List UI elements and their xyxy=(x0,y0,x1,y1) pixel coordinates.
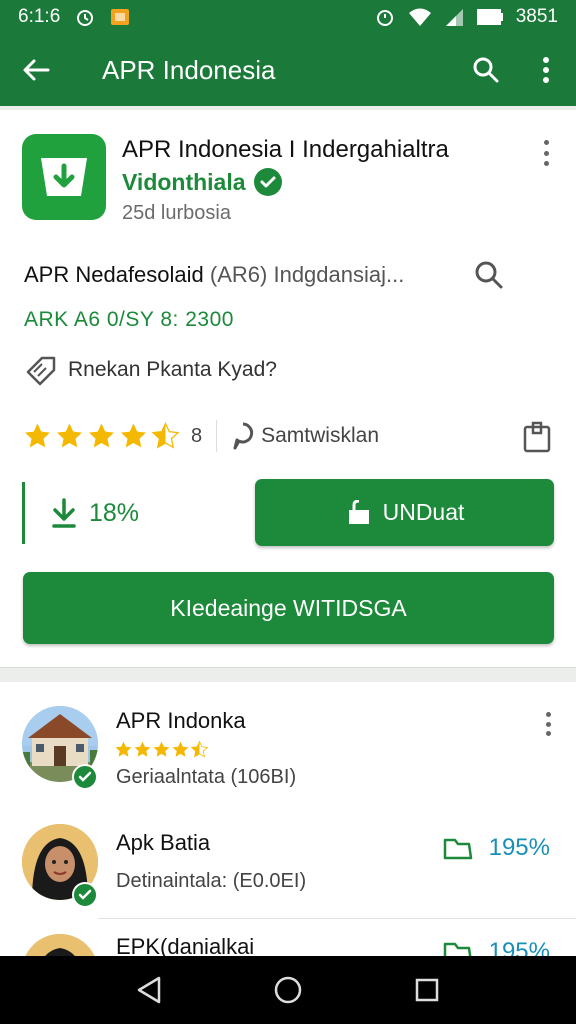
headline-muted: (AR6) Indgdansiaj... xyxy=(209,262,405,287)
signal-icon xyxy=(444,7,464,27)
nav-home-icon xyxy=(274,976,302,1004)
avatar xyxy=(22,934,98,956)
list-item[interactable]: Apk Batia Detinaintala: (E0.0EI) 195% xyxy=(0,816,576,926)
star-icon xyxy=(134,741,151,757)
item-rating-stars xyxy=(114,740,209,759)
item-subtitle: Geriaalntata (106BI) xyxy=(116,766,297,788)
tag-row[interactable]: Rnekan Pkanta Kyad? xyxy=(24,354,277,386)
tag-icon xyxy=(26,356,56,386)
app-headline: APR Nedafesolaid (AR6) Indgdansiaj... xyxy=(24,262,404,288)
star-icon xyxy=(89,423,114,448)
system-nav-bar xyxy=(0,956,576,1024)
verified-icon xyxy=(253,168,282,196)
folder-icon xyxy=(443,838,472,860)
verified-icon xyxy=(72,764,98,790)
alarm-icon xyxy=(74,6,96,28)
status-time: 6:1:6 xyxy=(18,6,61,27)
copy-button[interactable] xyxy=(522,419,552,453)
app-bar: APR Indonesia xyxy=(0,34,576,106)
wifi-icon xyxy=(408,7,432,27)
rating-stars xyxy=(22,421,181,451)
item-subtitle: Detinaintala: (E0.0EI) xyxy=(116,870,307,892)
star-half-icon xyxy=(190,740,209,758)
rating-divider xyxy=(216,420,218,452)
card-more-button[interactable] xyxy=(534,138,558,168)
star-icon xyxy=(115,741,132,757)
status-bar: 6:1:6 3851 xyxy=(0,0,576,34)
item-more-button[interactable] xyxy=(546,712,552,736)
alarm-clock-icon xyxy=(374,6,396,28)
primary-action-button[interactable]: KIedeainge WITIDSGA xyxy=(23,572,554,644)
folder-icon xyxy=(443,942,472,956)
headline-text: APR Nedafesolaid xyxy=(24,262,204,287)
verified-icon xyxy=(72,882,98,908)
battery-icon xyxy=(476,7,504,27)
back-button[interactable] xyxy=(0,34,72,106)
lock-icon xyxy=(348,499,369,524)
search-icon xyxy=(473,57,499,83)
headline-search-button[interactable] xyxy=(474,260,504,295)
download-progress: 18% xyxy=(22,482,232,544)
app-bar-title: APR Indonesia xyxy=(102,54,276,85)
app-detail-card: APR Indonesia I Indergahialtra Vidonthia… xyxy=(0,110,576,668)
nav-recents-icon xyxy=(415,978,438,1002)
community-label[interactable]: Samtwisklan xyxy=(261,424,379,448)
nav-back-button[interactable] xyxy=(119,960,179,1020)
star-icon xyxy=(121,423,146,448)
star-icon xyxy=(57,423,82,448)
battery-level: 3851 xyxy=(515,6,558,27)
item-title: APR Indonka xyxy=(116,708,246,733)
item-title: Apk Batia xyxy=(116,830,211,855)
item-percent: 195% xyxy=(443,938,550,956)
rating-row: 8 Samtwisklan xyxy=(22,416,556,456)
download-percent: 18% xyxy=(89,498,140,527)
notification-icon xyxy=(110,8,130,26)
back-arrow-icon xyxy=(23,59,50,81)
developer-row[interactable]: Vidonthiala xyxy=(122,168,282,196)
download-icon xyxy=(52,498,76,528)
list-divider xyxy=(98,918,576,919)
related-apps-list: APR Indonka Geriaalntata (106BI) Apk Bat… xyxy=(0,682,576,956)
more-vert-icon xyxy=(543,57,549,83)
nav-back-icon xyxy=(138,976,161,1004)
item-title: EPK(danialkai xyxy=(116,934,255,956)
nav-home-button[interactable] xyxy=(258,960,318,1020)
tag-label: Rnekan Pkanta Kyad? xyxy=(68,358,277,381)
more-options-button[interactable] xyxy=(516,34,576,106)
star-icon xyxy=(172,741,189,757)
search-button[interactable] xyxy=(456,34,516,106)
list-item[interactable]: APR Indonka Geriaalntata (106BI) xyxy=(0,698,576,808)
item-percent-value: 195% xyxy=(488,834,550,861)
comment-icon xyxy=(231,422,255,450)
version-text: ARK A6 0/SY 8: 2300 xyxy=(24,308,234,331)
app-title: APR Indonesia I Indergahialtra xyxy=(122,136,449,163)
search-icon xyxy=(475,261,503,289)
star-half-icon xyxy=(151,422,180,449)
app-subtitle: 25d lurbosia xyxy=(122,202,231,224)
item-percent-value: 195% xyxy=(488,938,550,956)
star-icon xyxy=(25,423,50,448)
nav-recents-button[interactable] xyxy=(397,960,457,1020)
app-icon xyxy=(22,134,106,220)
list-item[interactable]: EPK(danialkai 195% xyxy=(0,926,576,956)
copy-icon xyxy=(523,421,551,453)
developer-name[interactable]: Vidonthiala xyxy=(122,169,246,196)
unduh-label: UNDuat xyxy=(382,499,465,525)
item-percent: 195% xyxy=(443,834,550,862)
star-icon xyxy=(153,741,170,757)
primary-action-label: KIedeainge WITIDSGA xyxy=(170,594,407,621)
unduh-button[interactable]: UNDuat xyxy=(255,479,554,546)
rating-count: 8 xyxy=(191,424,203,447)
